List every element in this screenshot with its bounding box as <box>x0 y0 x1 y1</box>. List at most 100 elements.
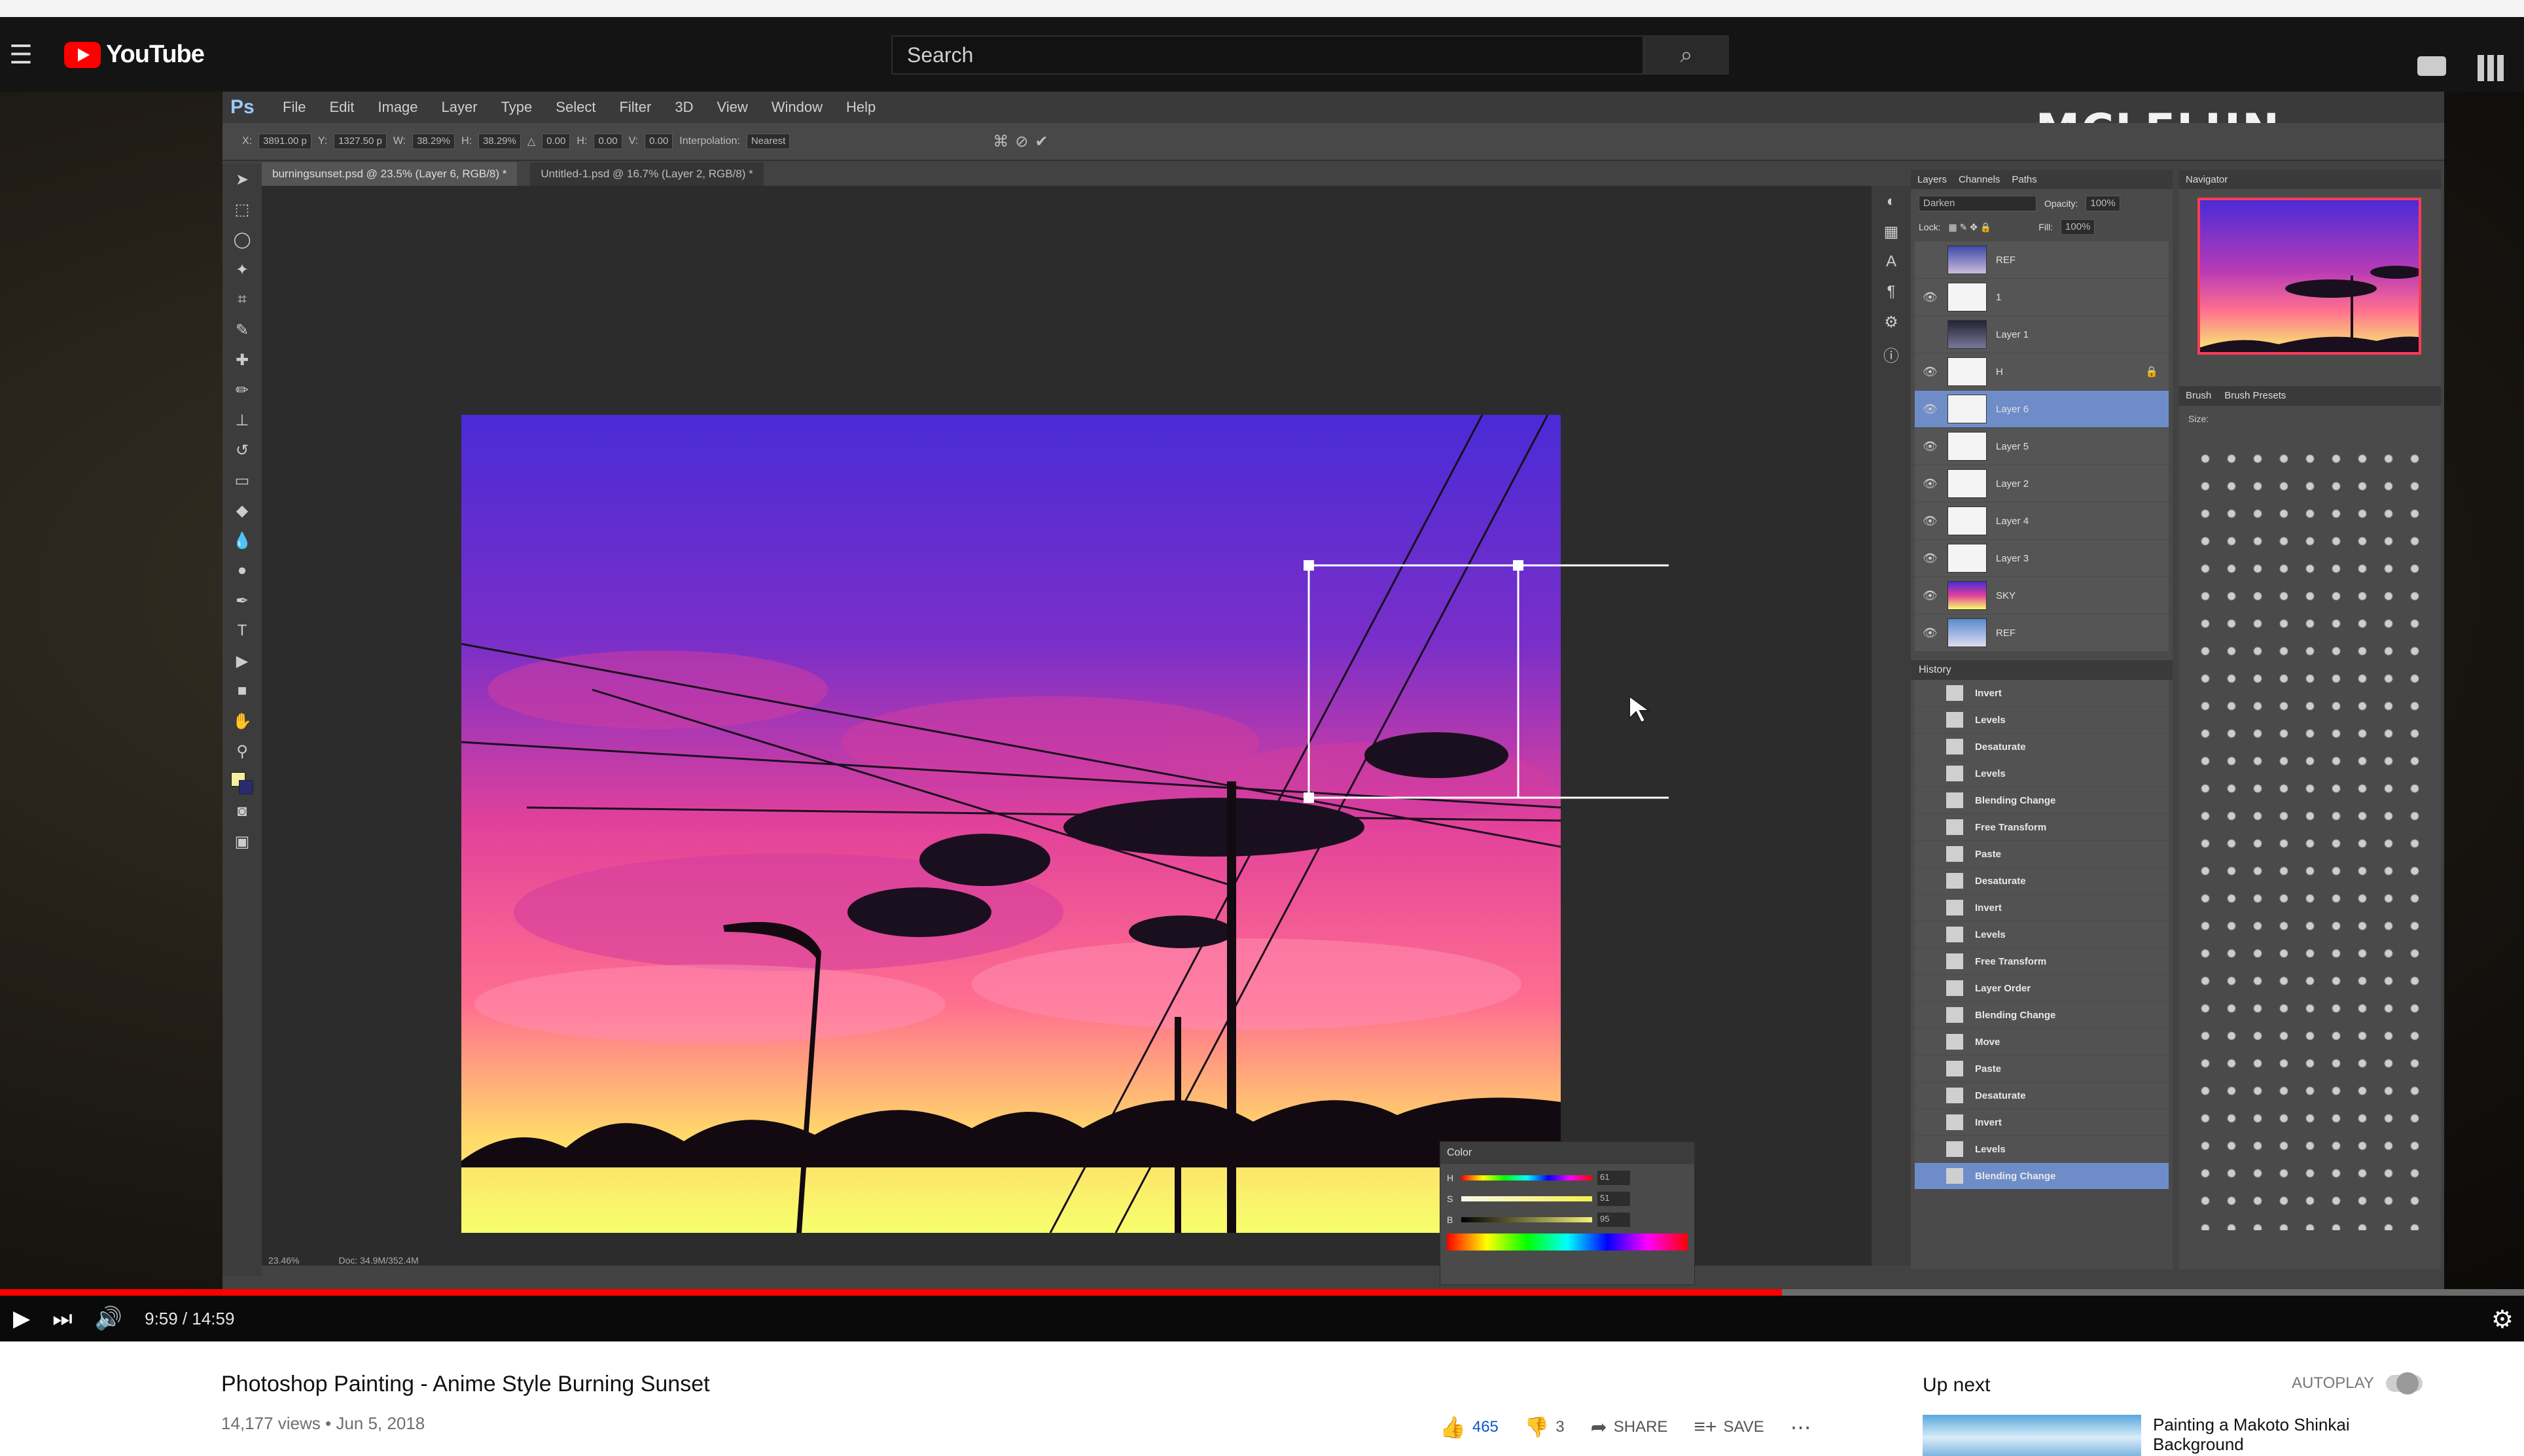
color-panel-icon[interactable]: ◐ <box>1880 192 1902 212</box>
progress-bar[interactable] <box>0 1289 2524 1296</box>
youtube-logo[interactable]: YouTube <box>64 41 205 69</box>
history-row[interactable]: Invert <box>1915 895 2169 921</box>
history-row[interactable]: Desaturate <box>1915 868 2169 894</box>
swatches-panel-icon[interactable]: ▦ <box>1880 222 1902 242</box>
tab-paths[interactable]: Paths <box>2012 174 2036 185</box>
layer-row[interactable]: Layer 1 <box>1915 316 2169 353</box>
menu-icon[interactable]: ☰ <box>9 42 35 68</box>
cancel-transform-icon[interactable]: ⊘ <box>1015 132 1028 151</box>
next-video-title[interactable]: Painting a Makoto Shinkai Background <box>2153 1415 2415 1454</box>
doc-tab-burningsunset[interactable]: burningsunset.psd @ 23.5% (Layer 6, RGB/… <box>262 162 518 186</box>
search-button[interactable]: ⌕ <box>1644 35 1729 75</box>
interpolation-select[interactable]: Nearest <box>746 133 791 149</box>
lasso-tool-icon[interactable]: ◯ <box>231 230 253 250</box>
next-icon[interactable]: ⏭ <box>52 1306 73 1332</box>
next-video-thumbnail[interactable] <box>1923 1415 2141 1456</box>
settings-gear-icon[interactable]: ⚙ <box>2491 1305 2514 1334</box>
doc-tab-untitled[interactable]: Untitled-1.psd @ 16.7% (Layer 2, RGB/8) … <box>530 162 764 186</box>
play-icon[interactable]: ▶ <box>13 1305 30 1332</box>
menu-edit[interactable]: Edit <box>329 99 354 116</box>
history-panel-title[interactable]: History <box>1911 660 2173 680</box>
history-row[interactable]: Free Transform <box>1915 948 2169 974</box>
layer-row-selected[interactable]: 👁 Layer 6 <box>1915 391 2169 427</box>
eye-icon[interactable]: 👁 <box>1923 552 1938 565</box>
layer-row[interactable]: 👁 Layer 5 <box>1915 428 2169 465</box>
dodge-tool-icon[interactable]: ● <box>231 561 253 581</box>
save-button[interactable]: ≡+ SAVE <box>1694 1416 1764 1438</box>
v-skew-field[interactable]: 0.00 <box>645 133 673 149</box>
zoom-tool-icon[interactable]: ⚲ <box>231 742 253 762</box>
layer-row[interactable]: 👁 Layer 2 <box>1915 465 2169 502</box>
paragraph-panel-icon[interactable]: ¶ <box>1880 283 1902 302</box>
history-row[interactable]: Invert <box>1915 1109 2169 1135</box>
tab-channels[interactable]: Channels <box>1959 174 2000 185</box>
hue-slider-row[interactable]: H 61 <box>1447 1171 1688 1185</box>
history-row[interactable]: Blending Change <box>1915 1002 2169 1028</box>
crop-tool-icon[interactable]: ⌗ <box>231 291 253 310</box>
marquee-tool-icon[interactable]: ⬚ <box>231 200 253 220</box>
color-spectrum[interactable] <box>1447 1234 1688 1251</box>
saturation-slider-row[interactable]: S 51 <box>1447 1192 1688 1206</box>
character-panel-icon[interactable]: A <box>1880 253 1902 272</box>
brush-tool-icon[interactable]: ✏ <box>231 381 253 400</box>
eyedropper-tool-icon[interactable]: ✎ <box>231 321 253 340</box>
more-actions-icon[interactable]: ⋯ <box>1790 1415 1813 1440</box>
fill-field[interactable]: 100% <box>2061 219 2095 235</box>
transform-box[interactable] <box>262 186 1872 1266</box>
history-row[interactable]: Layer Order <box>1915 975 2169 1001</box>
menu-select[interactable]: Select <box>556 99 595 116</box>
tool-presets-icon[interactable]: ⚙ <box>1880 313 1902 332</box>
brush-presets-grid[interactable] <box>2192 445 2428 1230</box>
angle-field[interactable]: 0.00 <box>542 133 571 149</box>
type-tool-icon[interactable]: T <box>231 622 253 641</box>
tab-brush-presets[interactable]: Brush Presets <box>2224 390 2286 402</box>
history-row[interactable]: Levels <box>1915 760 2169 787</box>
magic-wand-tool-icon[interactable]: ✦ <box>231 260 253 280</box>
blur-tool-icon[interactable]: 💧 <box>231 531 253 551</box>
layer-row[interactable]: 👁 H 🔒 <box>1915 353 2169 390</box>
menu-3d[interactable]: 3D <box>675 99 693 116</box>
eye-icon[interactable]: 👁 <box>1923 291 1938 304</box>
commit-transform-icon[interactable]: ✔ <box>1035 132 1048 151</box>
x-field[interactable]: 3891.00 p <box>258 133 311 149</box>
hue-value[interactable]: 61 <box>1597 1171 1630 1185</box>
menu-file[interactable]: File <box>283 99 306 116</box>
history-row[interactable]: Levels <box>1915 921 2169 948</box>
history-row[interactable]: Levels <box>1915 1136 2169 1162</box>
menu-image[interactable]: Image <box>378 99 418 116</box>
canvas-area[interactable]: Color H 61 S 51 B 95 23.46% Doc: 34.9M/3… <box>262 186 1872 1285</box>
saturation-value[interactable]: 51 <box>1597 1192 1630 1206</box>
menu-layer[interactable]: Layer <box>442 99 478 116</box>
saturation-slider[interactable] <box>1461 1196 1592 1201</box>
quick-mask-icon[interactable]: ◙ <box>231 802 253 822</box>
history-row[interactable]: Blending Change <box>1915 787 2169 813</box>
history-row[interactable]: Paste <box>1915 841 2169 867</box>
menu-filter[interactable]: Filter <box>619 99 651 116</box>
eye-icon[interactable]: 👁 <box>1923 365 1938 379</box>
history-row[interactable]: Desaturate <box>1915 1082 2169 1109</box>
tab-brush[interactable]: Brush <box>2186 390 2211 402</box>
volume-icon[interactable]: 🔊 <box>95 1305 122 1332</box>
opacity-field[interactable]: 100% <box>2086 196 2120 211</box>
move-tool-icon[interactable]: ➤ <box>231 170 253 190</box>
apps-icon[interactable] <box>2478 55 2504 81</box>
menu-help[interactable]: Help <box>846 99 876 116</box>
history-row[interactable]: Free Transform <box>1915 814 2169 840</box>
screen-mode-icon[interactable]: ▣ <box>231 832 253 852</box>
lock-icons[interactable]: ▦ ✎ ✥ 🔒 <box>1948 222 1991 233</box>
history-row[interactable]: Move <box>1915 1029 2169 1055</box>
layer-row[interactable]: 👁 Layer 3 <box>1915 540 2169 577</box>
eye-icon[interactable]: 👁 <box>1923 589 1938 603</box>
eye-icon[interactable]: 👁 <box>1923 477 1938 491</box>
layer-row[interactable]: 👁 Layer 4 <box>1915 503 2169 539</box>
blend-mode-select[interactable]: Darken <box>1919 196 2036 211</box>
h-field[interactable]: 38.29% <box>478 133 521 149</box>
h-skew-field[interactable]: 0.00 <box>594 133 622 149</box>
layer-row[interactable]: REF <box>1915 241 2169 278</box>
menu-window[interactable]: Window <box>772 99 823 116</box>
healing-tool-icon[interactable]: ✚ <box>231 351 253 370</box>
dislike-button[interactable]: 👎 3 <box>1525 1416 1565 1439</box>
brightness-value[interactable]: 95 <box>1597 1213 1630 1227</box>
eye-icon[interactable]: 👁 <box>1923 626 1938 640</box>
w-field[interactable]: 38.29% <box>412 133 455 149</box>
